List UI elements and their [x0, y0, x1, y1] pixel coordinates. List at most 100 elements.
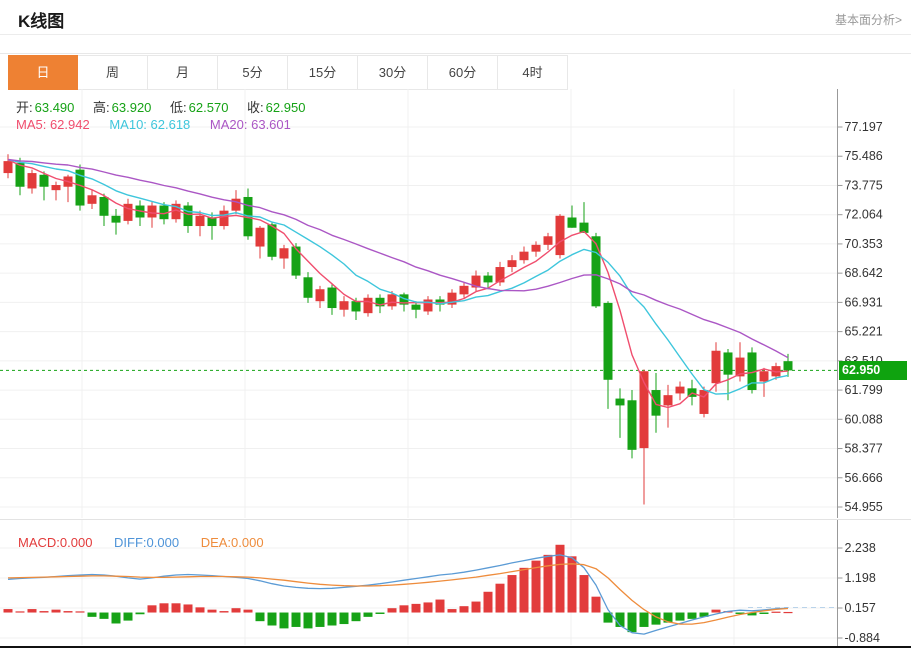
- candle-body: [352, 301, 361, 311]
- macd-y-tick-label: 0.157: [845, 601, 876, 615]
- candle-body: [280, 248, 289, 258]
- candle-body: [328, 288, 337, 309]
- macd-bar: [304, 613, 313, 629]
- ohlc-readout: 开:63.490 高:63.920 低:62.570 收:62.950: [16, 97, 320, 116]
- ma-readout: MA5: 62.942 MA10: 62.618 MA20: 63.601: [16, 117, 307, 132]
- candle-body: [28, 173, 37, 188]
- y-tick-label: 75.486: [845, 149, 883, 163]
- panel-separator: [0, 519, 911, 520]
- kline-page: K线图 基本面分析> 日周月5分15分30分60分4时 77.19775.486…: [0, 0, 911, 650]
- macd-bar: [16, 611, 25, 612]
- macd-bar: [376, 613, 385, 614]
- candle-body: [268, 224, 277, 256]
- macd-bar: [232, 608, 241, 612]
- ma5-value: MA5: 62.942: [16, 117, 90, 132]
- dea-value: DEA:0.000: [201, 535, 264, 550]
- candle-body: [532, 245, 541, 252]
- candle-body: [556, 216, 565, 255]
- macd-bar: [4, 609, 13, 612]
- ma10-value: MA10: 62.618: [109, 117, 190, 132]
- macd-bar: [220, 611, 229, 612]
- macd-bar: [712, 610, 721, 613]
- macd-bar: [352, 613, 361, 622]
- macd-bar: [112, 613, 121, 624]
- candle-body: [412, 305, 421, 310]
- y-tick-label: 56.666: [845, 471, 883, 485]
- macd-readout: MACD:0.000 DIFF:0.000 DEA:0.000: [18, 535, 282, 550]
- candle-body: [388, 294, 397, 306]
- y-tick-label: 66.931: [845, 295, 883, 309]
- candle-body: [604, 303, 613, 380]
- y-tick-label: 58.377: [845, 442, 883, 456]
- y-tick-label: 68.642: [845, 266, 883, 280]
- candle-body: [784, 361, 793, 370]
- candle-body: [88, 195, 97, 204]
- kline-chart-area[interactable]: 77.19775.48673.77572.06470.35368.64266.9…: [0, 0, 911, 650]
- macd-bar: [160, 603, 169, 612]
- macd-bar: [412, 604, 421, 613]
- macd-bar: [436, 600, 445, 613]
- chart-bottom-border: [0, 646, 911, 648]
- candle-body: [304, 277, 313, 298]
- macd-bar: [676, 613, 685, 621]
- close-value: 62.950: [266, 100, 306, 115]
- current-price-badge: 62.950: [839, 361, 907, 380]
- macd-bar: [460, 606, 469, 612]
- y-tick-label: 54.955: [845, 500, 883, 514]
- macd-bar: [76, 611, 85, 612]
- macd-bar: [148, 605, 157, 612]
- candle-body: [100, 197, 109, 216]
- y-tick-label: 77.197: [845, 120, 883, 134]
- macd-bar: [628, 613, 637, 633]
- ma20-value: MA20: 63.601: [210, 117, 291, 132]
- open-label: 开:: [16, 100, 33, 115]
- high-value: 63.920: [112, 100, 152, 115]
- close-label: 收:: [247, 100, 264, 115]
- macd-bar: [172, 603, 181, 612]
- macd-bar: [256, 613, 265, 622]
- macd-bar: [400, 605, 409, 612]
- candle-body: [676, 387, 685, 394]
- macd-bar: [100, 613, 109, 619]
- macd-bar: [292, 613, 301, 627]
- y-tick-label: 73.775: [845, 178, 883, 192]
- macd-bar: [316, 613, 325, 627]
- candle-body: [424, 299, 433, 311]
- candle-body: [148, 206, 157, 218]
- macd-bar: [88, 613, 97, 617]
- macd-bar: [364, 613, 373, 617]
- macd-bar: [544, 555, 553, 613]
- candle-body: [232, 199, 241, 211]
- macd-bar: [280, 613, 289, 629]
- candle-body: [760, 371, 769, 381]
- macd-bar: [592, 597, 601, 613]
- macd-bar: [328, 613, 337, 626]
- macd-bar: [28, 609, 37, 612]
- macd-bar: [688, 613, 697, 619]
- macd-bar: [52, 610, 61, 613]
- macd-bar: [784, 612, 793, 613]
- macd-bar: [64, 611, 73, 612]
- macd-bar: [448, 609, 457, 612]
- macd-value: MACD:0.000: [18, 535, 92, 550]
- macd-bar: [340, 613, 349, 625]
- macd-bar: [496, 584, 505, 613]
- macd-bar: [208, 610, 217, 613]
- diff-value: DIFF:0.000: [114, 535, 179, 550]
- candle-body: [364, 298, 373, 313]
- candle-body: [220, 211, 229, 226]
- macd-y-tick-label: -0.884: [845, 631, 880, 645]
- candle-body: [568, 217, 577, 227]
- macd-bar: [244, 610, 253, 613]
- low-label: 低:: [170, 100, 187, 115]
- macd-bar: [136, 613, 145, 615]
- macd-bar: [124, 613, 133, 621]
- candle-body: [340, 301, 349, 310]
- candle-body: [616, 399, 625, 406]
- candle-body: [544, 236, 553, 245]
- ma10-line: [8, 160, 788, 395]
- main-candlestick-chart[interactable]: 77.19775.48673.77572.06470.35368.64266.9…: [0, 89, 911, 518]
- macd-bar: [196, 607, 205, 612]
- low-value: 62.570: [189, 100, 229, 115]
- candle-body: [316, 289, 325, 301]
